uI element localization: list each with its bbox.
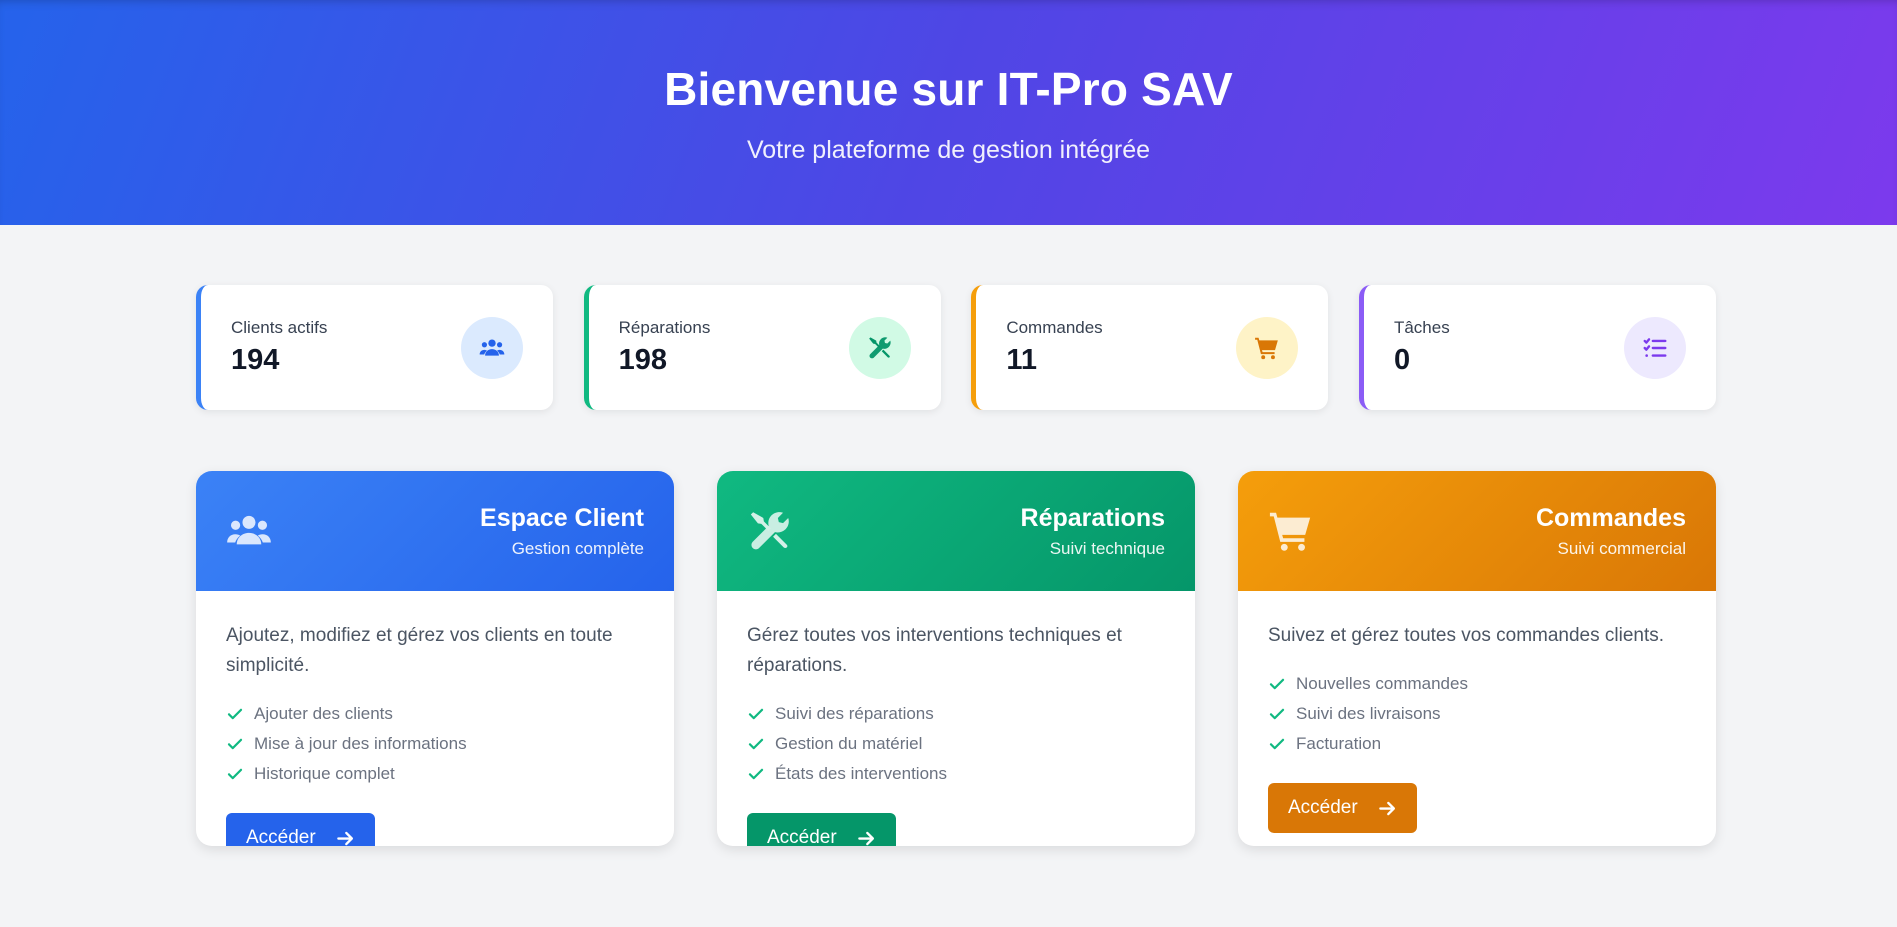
stat-value: 11 — [1006, 344, 1037, 376]
module-cards: Espace Client Gestion complète Ajoutez, … — [196, 471, 1716, 846]
stat-value: 194 — [231, 344, 280, 376]
card-subtitle: Gestion complète — [511, 538, 644, 558]
access-button-reparations[interactable]: Accéder — [747, 813, 896, 846]
feature-label: Suivi des réparations — [775, 704, 934, 723]
feature-label: Facturation — [1296, 734, 1382, 753]
feature-label: Ajouter des clients — [254, 704, 393, 723]
stat-card-clients: Clients actifs 194 — [196, 285, 553, 410]
stat-card-reparations: Réparations 198 — [583, 285, 941, 410]
stat-card-commandes: Commandes 11 — [971, 285, 1329, 410]
card-header: Commandes Suivi commercial — [1238, 471, 1716, 591]
card-commandes: Commandes Suivi commercial Suivez et gér… — [1238, 471, 1716, 846]
cart-icon — [1236, 316, 1299, 379]
check-icon — [226, 735, 244, 753]
feature-item: États des interventions — [747, 759, 1165, 789]
check-icon — [1268, 675, 1286, 693]
feature-list: Ajouter des clients Mise à jour des info… — [226, 699, 644, 789]
card-body: Ajoutez, modifiez et gérez vos clients e… — [196, 591, 674, 846]
feature-item: Historique complet — [226, 759, 644, 789]
card-body: Suivez et gérez toutes vos commandes cli… — [1238, 591, 1716, 846]
users-icon — [226, 508, 272, 554]
stat-label: Réparations — [618, 318, 711, 337]
feature-item: Suivi des réparations — [747, 699, 1165, 729]
card-subtitle: Suivi commercial — [1557, 538, 1686, 558]
card-title: Espace Client — [480, 503, 644, 532]
hero-banner: Bienvenue sur IT-Pro SAV Votre plateform… — [0, 0, 1897, 225]
page-title: Bienvenue sur IT-Pro SAV — [664, 63, 1233, 115]
card-title: Commandes — [1535, 503, 1686, 532]
stat-label: Commandes — [1006, 318, 1103, 337]
check-icon — [226, 765, 244, 783]
feature-item: Facturation — [1268, 729, 1686, 759]
access-button-commandes[interactable]: Accéder — [1268, 783, 1417, 833]
arrow-right-icon — [847, 829, 876, 847]
stat-label: Tâches — [1393, 318, 1450, 337]
feature-list: Suivi des réparations Gestion du matérie… — [747, 699, 1165, 789]
card-description: Ajoutez, modifiez et gérez vos clients e… — [226, 625, 613, 676]
feature-item: Mise à jour des informations — [226, 729, 644, 759]
card-header: Espace Client Gestion complète — [196, 471, 674, 591]
tools-icon — [848, 316, 911, 379]
tasks-icon — [1623, 316, 1686, 379]
check-icon — [747, 765, 765, 783]
users-icon — [461, 316, 523, 379]
card-title: Réparations — [1020, 503, 1165, 532]
check-icon — [1268, 705, 1286, 723]
card-subtitle: Suivi technique — [1049, 538, 1165, 558]
feature-label: Gestion du matériel — [775, 734, 923, 753]
access-button-clients[interactable]: Accéder — [226, 813, 375, 846]
button-label: Accéder — [767, 827, 837, 846]
stat-value: 0 — [1393, 344, 1411, 376]
card-description: Gérez toutes vos interventions technique… — [747, 625, 1122, 676]
feature-label: Mise à jour des informations — [254, 734, 467, 753]
stats-row: Clients actifs 194 Réparations 198 Comma… — [196, 285, 1716, 410]
check-icon — [226, 705, 244, 723]
cart-icon — [1268, 508, 1314, 554]
feature-list: Nouvelles commandes Suivi des livraisons… — [1268, 669, 1686, 759]
button-label: Accéder — [246, 827, 316, 846]
check-icon — [747, 735, 765, 753]
arrow-right-icon — [326, 829, 355, 847]
stat-value: 198 — [618, 344, 668, 376]
feature-item: Suivi des livraisons — [1268, 699, 1686, 729]
feature-item: Ajouter des clients — [226, 699, 644, 729]
arrow-right-icon — [1368, 799, 1397, 818]
feature-label: Historique complet — [254, 764, 395, 783]
card-header: Réparations Suivi technique — [717, 471, 1195, 591]
stat-card-taches: Tâches 0 — [1358, 285, 1716, 410]
feature-item: Nouvelles commandes — [1268, 669, 1686, 699]
feature-label: Nouvelles commandes — [1296, 674, 1468, 693]
check-icon — [747, 705, 765, 723]
feature-item: Gestion du matériel — [747, 729, 1165, 759]
feature-label: Suivi des livraisons — [1296, 704, 1441, 723]
feature-label: États des interventions — [775, 764, 947, 783]
tools-icon — [747, 508, 793, 554]
button-label: Accéder — [1288, 797, 1358, 818]
check-icon — [1268, 735, 1286, 753]
card-reparations: Réparations Suivi technique Gérez toutes… — [717, 471, 1195, 846]
page-subtitle: Votre plateforme de gestion intégrée — [746, 136, 1151, 164]
card-description: Suivez et gérez toutes vos commandes cli… — [1268, 625, 1665, 646]
card-body: Gérez toutes vos interventions technique… — [717, 591, 1195, 846]
stat-label: Clients actifs — [231, 318, 328, 337]
card-espace-client: Espace Client Gestion complète Ajoutez, … — [196, 471, 674, 846]
